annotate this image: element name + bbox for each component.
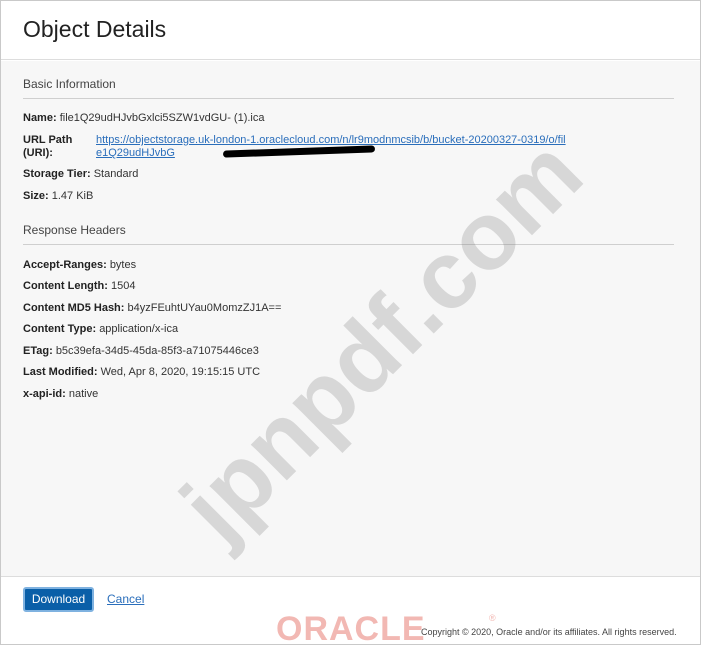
header-value: 1504 bbox=[111, 280, 136, 292]
storage-tier-row: Storage Tier: Standard bbox=[23, 168, 138, 181]
header-row-x-api-id: x-api-id: native bbox=[23, 388, 98, 401]
dialog-body: Basic Information Name: file1Q29udHJvbGx… bbox=[1, 61, 700, 576]
header-value: b5c39efa-34d5-45da-85f3-a71075446ce3 bbox=[55, 345, 259, 357]
header-row-content-md5: Content MD5 Hash: b4yzFEuhtUYau0MomzZJ1A… bbox=[23, 302, 281, 315]
header-row-accept-ranges: Accept-Ranges: bytes bbox=[23, 259, 136, 272]
header-label: Content Length: bbox=[23, 280, 108, 292]
header-label: Last Modified: bbox=[23, 366, 98, 378]
basic-information-divider bbox=[23, 98, 674, 99]
response-headers-divider bbox=[23, 244, 674, 245]
download-button[interactable]: Download bbox=[23, 587, 94, 612]
header-label: ETag: bbox=[23, 345, 53, 357]
storage-tier-value: Standard bbox=[93, 168, 139, 180]
header-label: Content Type: bbox=[23, 323, 97, 335]
header-label: Content MD5 Hash: bbox=[23, 302, 125, 314]
header-value: b4yzFEuhtUYau0MomzZJ1A== bbox=[127, 302, 282, 314]
size-row: Size: 1.47 KiB bbox=[23, 190, 93, 203]
header-value: native bbox=[68, 388, 99, 400]
header-value: bytes bbox=[109, 259, 137, 271]
header-row-content-type: Content Type: application/x-ica bbox=[23, 323, 178, 336]
basic-information-heading: Basic Information bbox=[23, 77, 116, 91]
header-label: x-api-id: bbox=[23, 388, 66, 400]
header-value: Wed, Apr 8, 2020, 19:15:15 UTC bbox=[100, 366, 261, 378]
size-value: 1.47 KiB bbox=[51, 190, 94, 202]
header-row-last-modified: Last Modified: Wed, Apr 8, 2020, 19:15:1… bbox=[23, 366, 260, 379]
dialog-header: Object Details bbox=[1, 1, 700, 60]
name-label: Name: bbox=[23, 112, 57, 124]
cancel-link[interactable]: Cancel bbox=[107, 592, 144, 606]
dialog-title: Object Details bbox=[23, 16, 167, 42]
dialog-footer: Download Cancel ORACLE ® Copyright © 202… bbox=[1, 576, 700, 645]
name-value: file1Q29udHJvbGxlci5SZW1vdGU- (1).ica bbox=[59, 112, 265, 124]
object-details-dialog: Object Details Basic Information Name: f… bbox=[0, 0, 701, 645]
header-label: Accept-Ranges: bbox=[23, 259, 107, 271]
header-value: application/x-ica bbox=[99, 323, 179, 335]
size-label: Size: bbox=[23, 190, 49, 202]
oracle-logo: ORACLE bbox=[276, 610, 426, 645]
storage-tier-label: Storage Tier: bbox=[23, 168, 91, 180]
header-row-etag: ETag: b5c39efa-34d5-45da-85f3-a71075446c… bbox=[23, 345, 259, 358]
header-row-content-length: Content Length: 1504 bbox=[23, 280, 135, 293]
registered-mark: ® bbox=[489, 613, 496, 623]
copyright-text: Copyright © 2020, Oracle and/or its affi… bbox=[421, 627, 677, 637]
response-headers-heading: Response Headers bbox=[23, 223, 126, 237]
url-path-label: URL Path (URI): bbox=[23, 134, 73, 159]
name-row: Name: file1Q29udHJvbGxlci5SZW1vdGU- (1).… bbox=[23, 112, 264, 125]
